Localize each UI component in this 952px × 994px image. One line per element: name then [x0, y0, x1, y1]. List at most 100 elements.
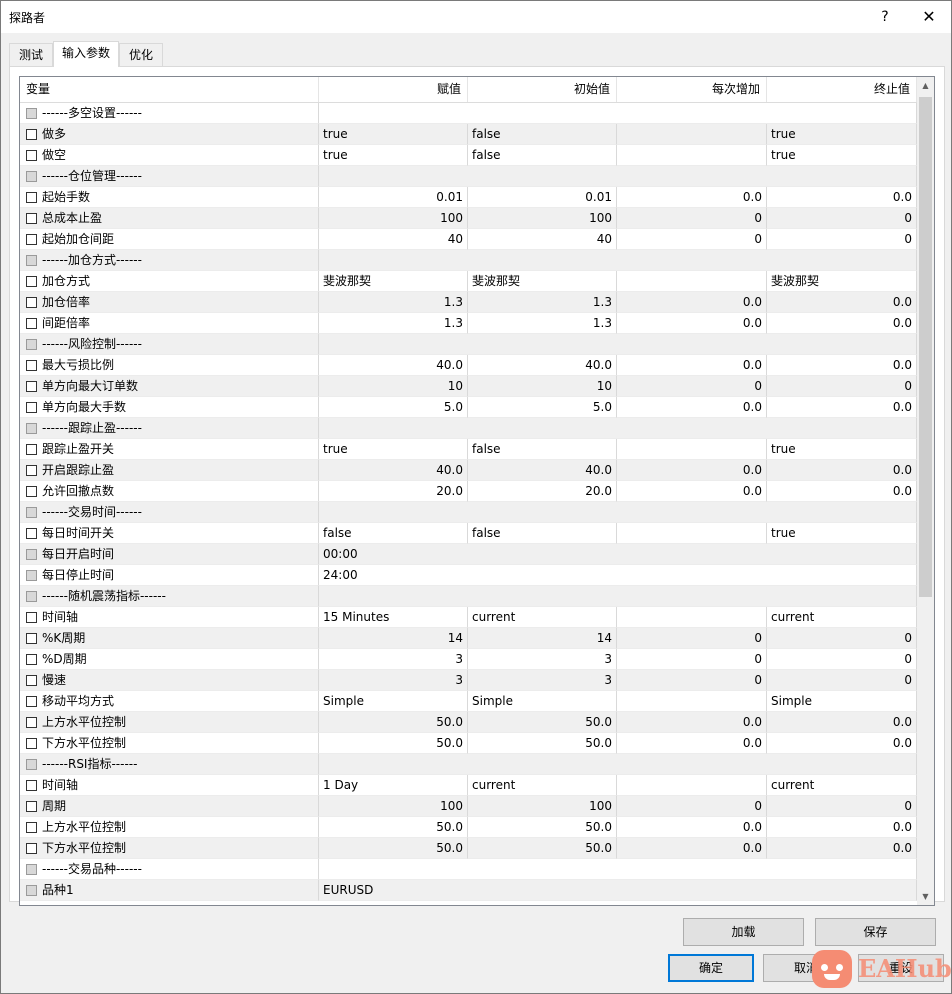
param-row[interactable]: 时间轴 15 Minutes current current	[20, 607, 917, 628]
optimize-checkbox[interactable]	[26, 234, 37, 245]
param-value-cell[interactable]: Simple	[319, 691, 468, 712]
param-name-cell[interactable]: 慢速	[20, 670, 319, 691]
save-button[interactable]: 保存	[815, 918, 936, 946]
group-header-row[interactable]: ------加仓方式------	[20, 250, 917, 271]
param-step-cell[interactable]: 0	[617, 376, 767, 397]
param-stop-cell[interactable]: 0.0	[767, 460, 917, 481]
optimize-checkbox[interactable]	[26, 780, 37, 791]
param-row[interactable]: %D周期 3 3 0 0	[20, 649, 917, 670]
optimize-checkbox[interactable]	[26, 885, 37, 896]
param-value-cell[interactable]: EURUSD	[319, 880, 917, 901]
param-value-cell[interactable]: true	[319, 145, 468, 166]
param-name-cell[interactable]: 间距倍率	[20, 313, 319, 334]
optimize-checkbox[interactable]	[26, 465, 37, 476]
help-button[interactable]: ?	[873, 6, 897, 28]
optimize-checkbox[interactable]	[26, 717, 37, 728]
param-stop-cell[interactable]: 斐波那契	[767, 271, 917, 292]
param-start-cell[interactable]: 40.0	[468, 460, 617, 481]
param-stop-cell[interactable]: true	[767, 124, 917, 145]
param-row[interactable]: 下方水平位控制 50.0 50.0 0.0 0.0	[20, 733, 917, 754]
ok-button[interactable]: 确定	[668, 954, 754, 982]
optimize-checkbox[interactable]	[26, 129, 37, 140]
param-name-cell[interactable]: 开启跟踪止盈	[20, 460, 319, 481]
param-value-cell[interactable]: 14	[319, 628, 468, 649]
param-name-cell[interactable]: 周期	[20, 796, 319, 817]
param-value-cell[interactable]: 100	[319, 796, 468, 817]
param-row[interactable]: 时间轴 1 Day current current	[20, 775, 917, 796]
param-value-cell[interactable]: 50.0	[319, 733, 468, 754]
param-start-cell[interactable]: 100	[468, 208, 617, 229]
param-step-cell[interactable]	[617, 145, 767, 166]
param-name-cell[interactable]: 加仓方式	[20, 271, 319, 292]
param-row[interactable]: 单方向最大手数 5.0 5.0 0.0 0.0	[20, 397, 917, 418]
optimize-checkbox[interactable]	[26, 801, 37, 812]
param-stop-cell[interactable]: 0	[767, 628, 917, 649]
param-value-cell[interactable]: 3	[319, 670, 468, 691]
column-header-step[interactable]: 每次增加	[617, 77, 767, 102]
optimize-checkbox[interactable]	[26, 843, 37, 854]
param-stop-cell[interactable]: 0	[767, 229, 917, 250]
param-row[interactable]: 起始手数 0.01 0.01 0.0 0.0	[20, 187, 917, 208]
param-stop-cell[interactable]: 0	[767, 796, 917, 817]
param-value-cell[interactable]: 1 Day	[319, 775, 468, 796]
optimize-checkbox[interactable]	[26, 864, 37, 875]
param-start-cell[interactable]: 3	[468, 670, 617, 691]
param-step-cell[interactable]	[617, 691, 767, 712]
param-name-cell[interactable]: ------跟踪止盈------	[20, 418, 319, 439]
group-header-row[interactable]: ------跟踪止盈------	[20, 418, 917, 439]
param-row[interactable]: 间距倍率 1.3 1.3 0.0 0.0	[20, 313, 917, 334]
group-header-row[interactable]: ------风险控制------	[20, 334, 917, 355]
param-row[interactable]: 起始加仓间距 40 40 0 0	[20, 229, 917, 250]
param-name-cell[interactable]: 单方向最大订单数	[20, 376, 319, 397]
param-start-cell[interactable]: false	[468, 145, 617, 166]
optimize-checkbox[interactable]	[26, 150, 37, 161]
param-value-cell[interactable]: 0.01	[319, 187, 468, 208]
param-step-cell[interactable]: 0.0	[617, 292, 767, 313]
param-name-cell[interactable]: 起始加仓间距	[20, 229, 319, 250]
param-name-cell[interactable]: 下方水平位控制	[20, 838, 319, 859]
optimize-checkbox[interactable]	[26, 612, 37, 623]
scroll-down-icon[interactable]: ▼	[917, 888, 934, 905]
param-start-cell[interactable]: 5.0	[468, 397, 617, 418]
optimize-checkbox[interactable]	[26, 402, 37, 413]
param-stop-cell[interactable]: 0.0	[767, 481, 917, 502]
param-step-cell[interactable]: 0	[617, 796, 767, 817]
close-button[interactable]: ✕	[915, 6, 943, 28]
param-start-cell[interactable]: 100	[468, 796, 617, 817]
param-value-cell[interactable]: 3	[319, 649, 468, 670]
param-stop-cell[interactable]: Simple	[767, 691, 917, 712]
scroll-up-icon[interactable]: ▲	[917, 77, 934, 94]
param-step-cell[interactable]	[617, 271, 767, 292]
param-value-cell[interactable]: true	[319, 124, 468, 145]
group-header-row[interactable]: ------仓位管理------	[20, 166, 917, 187]
param-value-cell[interactable]: 24:00	[319, 565, 917, 586]
param-start-cell[interactable]: 0.01	[468, 187, 617, 208]
param-start-cell[interactable]: 斐波那契	[468, 271, 617, 292]
param-value-cell[interactable]: 40.0	[319, 355, 468, 376]
param-stop-cell[interactable]: 0.0	[767, 733, 917, 754]
param-start-cell[interactable]: 50.0	[468, 733, 617, 754]
param-step-cell[interactable]: 0	[617, 208, 767, 229]
param-name-cell[interactable]: 单方向最大手数	[20, 397, 319, 418]
param-step-cell[interactable]: 0.0	[617, 481, 767, 502]
param-step-cell[interactable]	[617, 775, 767, 796]
param-name-cell[interactable]: 加仓倍率	[20, 292, 319, 313]
param-step-cell[interactable]: 0.0	[617, 460, 767, 481]
param-value-cell[interactable]: 50.0	[319, 817, 468, 838]
param-name-cell[interactable]: 每日停止时间	[20, 565, 319, 586]
param-name-cell[interactable]: 允许回撤点数	[20, 481, 319, 502]
param-value-cell[interactable]: true	[319, 439, 468, 460]
param-row[interactable]: 允许回撤点数 20.0 20.0 0.0 0.0	[20, 481, 917, 502]
optimize-checkbox[interactable]	[26, 276, 37, 287]
param-value-cell[interactable]: 50.0	[319, 712, 468, 733]
column-header-variable[interactable]: 变量	[20, 77, 319, 102]
param-start-cell[interactable]: false	[468, 523, 617, 544]
param-name-cell[interactable]: 做多	[20, 124, 319, 145]
param-start-cell[interactable]: current	[468, 607, 617, 628]
param-stop-cell[interactable]: true	[767, 523, 917, 544]
param-start-cell[interactable]: 50.0	[468, 712, 617, 733]
group-header-row[interactable]: ------交易品种------	[20, 859, 917, 880]
optimize-checkbox[interactable]	[26, 213, 37, 224]
param-name-cell[interactable]: 上方水平位控制	[20, 817, 319, 838]
param-step-cell[interactable]	[617, 607, 767, 628]
